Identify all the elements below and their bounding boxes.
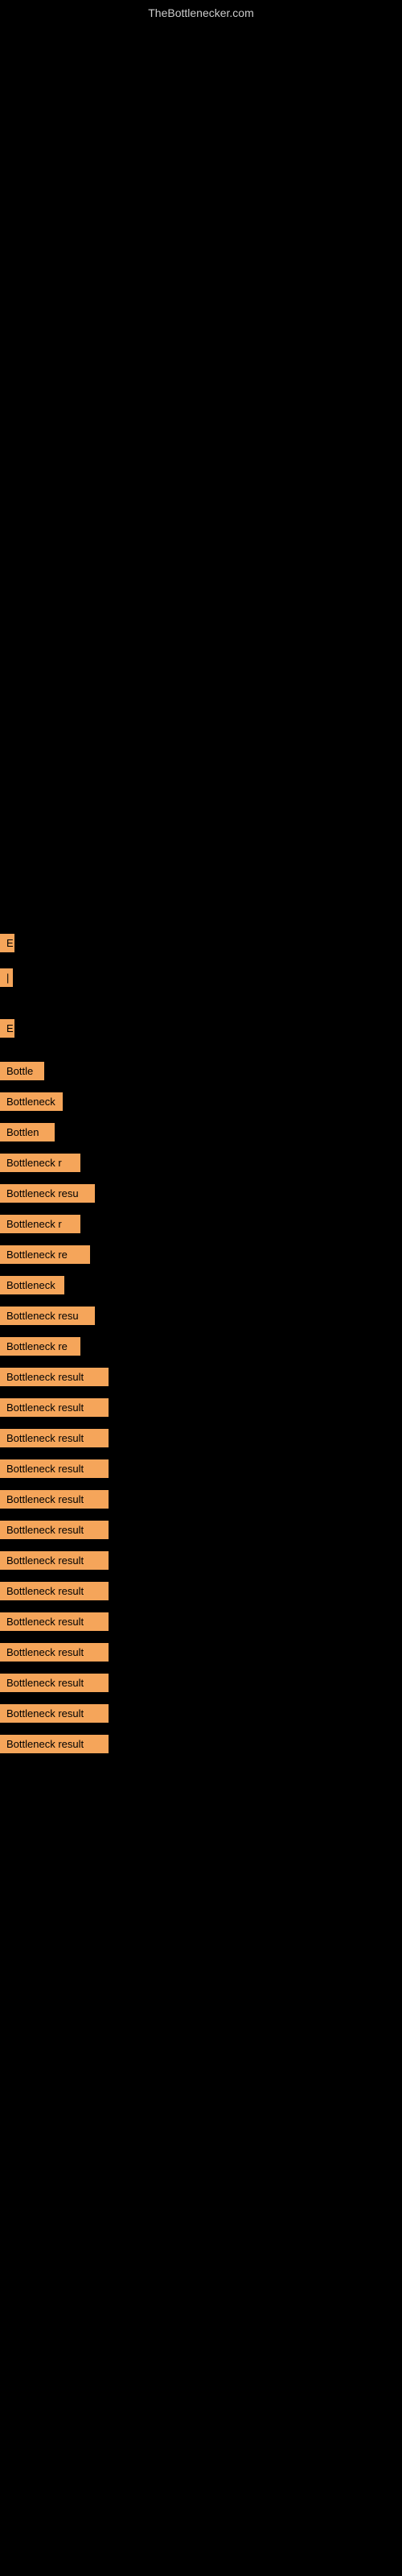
bottleneck-item-20: Bottleneck result [0, 1551, 109, 1570]
bottleneck-item-26: Bottleneck result [0, 1735, 109, 1753]
bottleneck-item-16: Bottleneck result [0, 1429, 109, 1447]
bottleneck-item-2: | [0, 968, 13, 987]
bottleneck-item-21: Bottleneck result [0, 1582, 109, 1600]
bottleneck-item-13: Bottleneck re [0, 1337, 80, 1356]
bottleneck-item-10: Bottleneck re [0, 1245, 90, 1264]
bottleneck-item-5: Bottleneck [0, 1092, 63, 1111]
bottleneck-item-23: Bottleneck result [0, 1643, 109, 1662]
bottleneck-item-14: Bottleneck result [0, 1368, 109, 1386]
bottleneck-item-9: Bottleneck r [0, 1215, 80, 1233]
bottleneck-item-17: Bottleneck result [0, 1459, 109, 1478]
bottleneck-item-18: Bottleneck result [0, 1490, 109, 1509]
bottleneck-item-22: Bottleneck result [0, 1612, 109, 1631]
bottleneck-item-24: Bottleneck result [0, 1674, 109, 1692]
bottleneck-item-15: Bottleneck result [0, 1398, 109, 1417]
bottleneck-item-12: Bottleneck resu [0, 1307, 95, 1325]
site-title: TheBottlenecker.com [148, 6, 254, 19]
bottleneck-item-19: Bottleneck result [0, 1521, 109, 1539]
bottleneck-items-container: E | E Bottle Bottleneck Bottlen Bottleneck r Bo… [0, 886, 402, 1755]
bottleneck-item-1: E [0, 934, 14, 952]
bottleneck-item-4: Bottle [0, 1062, 44, 1080]
bottleneck-item-6: Bottlen [0, 1123, 55, 1141]
bottleneck-item-25: Bottleneck result [0, 1704, 109, 1723]
bottleneck-item-3: E [0, 1019, 14, 1038]
bottleneck-item-11: Bottleneck [0, 1276, 64, 1294]
bottleneck-item-8: Bottleneck resu [0, 1184, 95, 1203]
bottleneck-item-7: Bottleneck r [0, 1154, 80, 1172]
